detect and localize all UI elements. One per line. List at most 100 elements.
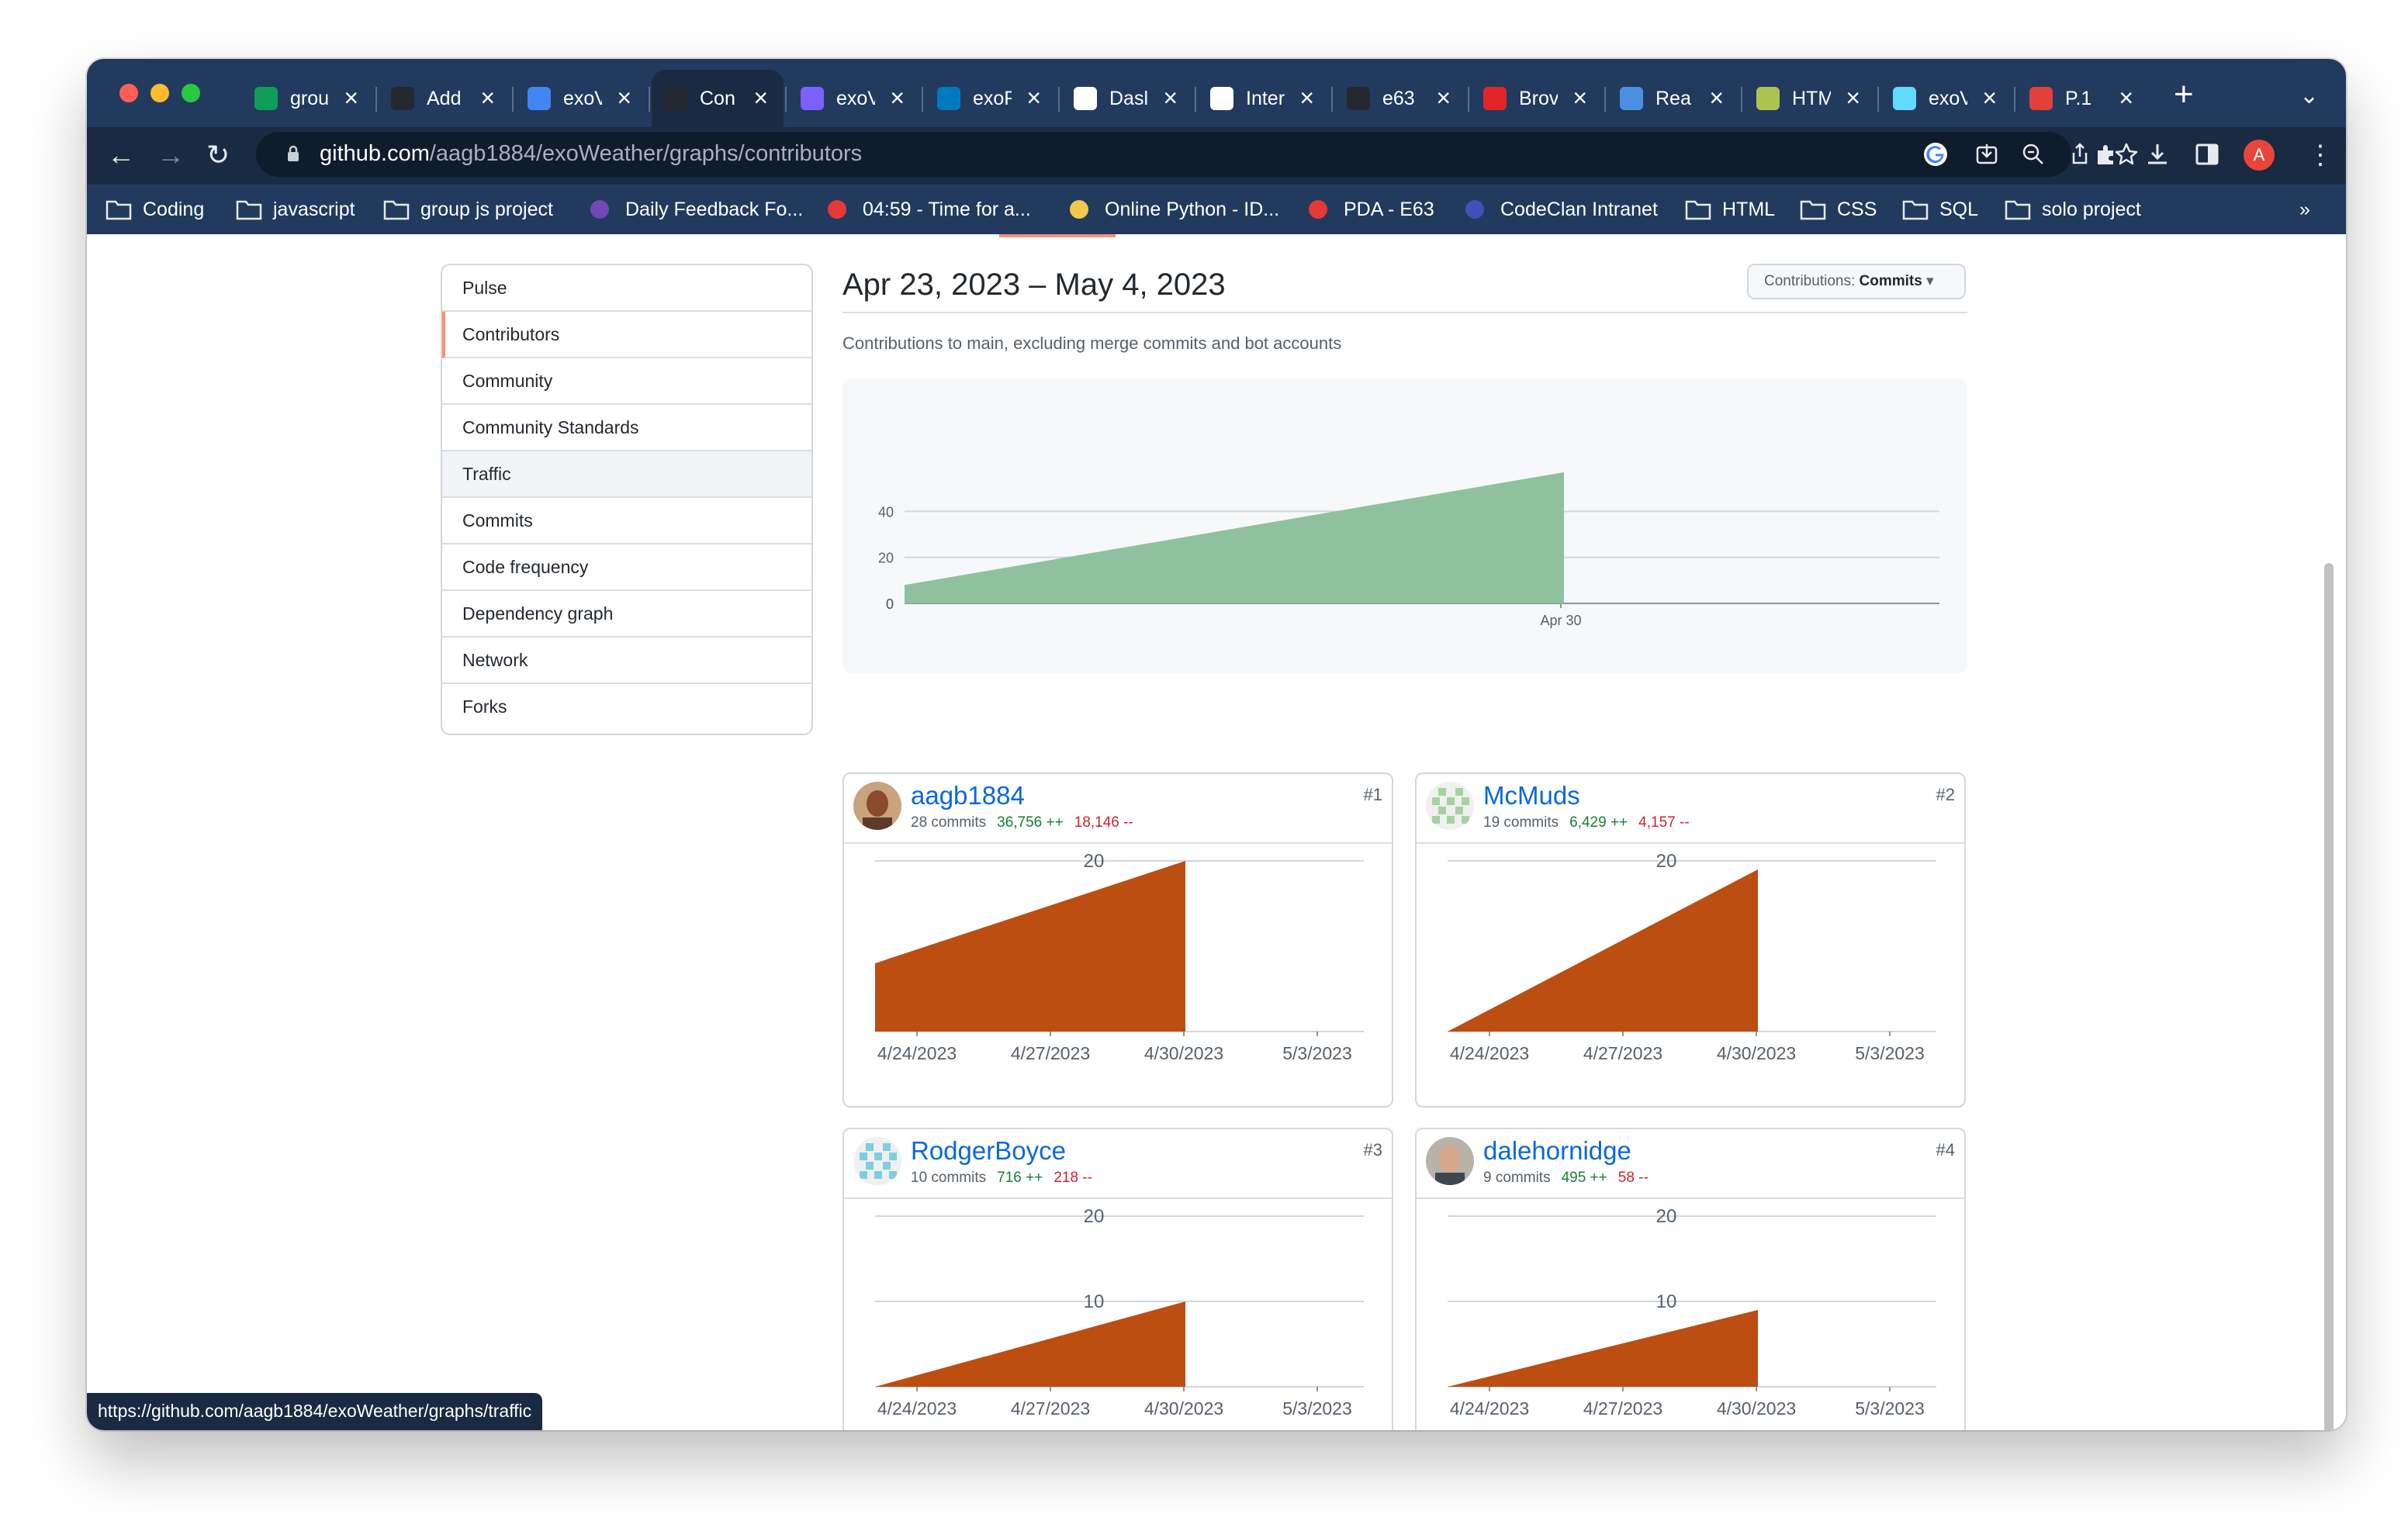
- bookmark-item[interactable]: group js project: [383, 194, 553, 225]
- browser-tab[interactable]: Rea ×: [1607, 70, 1739, 127]
- sidebar-item-contributors[interactable]: Contributors: [442, 312, 811, 358]
- side-panel-icon[interactable]: [2194, 141, 2220, 168]
- browser-tab[interactable]: exoV ×: [1880, 70, 2012, 127]
- x-tick-label: 4/27/2023: [1583, 1043, 1662, 1063]
- folder-icon: [383, 200, 410, 220]
- avatar[interactable]: [1426, 782, 1474, 830]
- reload-icon[interactable]: ↻: [206, 141, 230, 169]
- tab-search-chevron-icon[interactable]: ⌄: [2299, 82, 2319, 109]
- close-window-button[interactable]: [119, 84, 138, 102]
- close-tab-icon[interactable]: ×: [1299, 85, 1314, 110]
- sidebar-item-forks[interactable]: Forks: [442, 684, 811, 731]
- bookmark-item[interactable]: Daily Feedback Fo...: [588, 194, 803, 225]
- sidebar-item-network[interactable]: Network: [442, 638, 811, 684]
- tab-title: Rea: [1656, 87, 1691, 109]
- header-divider: [842, 312, 1967, 313]
- bookmark-label: Coding: [143, 198, 205, 220]
- bookmark-item[interactable]: CSS: [1800, 194, 1877, 225]
- browser-tab[interactable]: e63 ×: [1334, 70, 1466, 127]
- bookmark-item[interactable]: PDA - E63: [1306, 194, 1434, 225]
- address-bar[interactable]: github.com/aagb1884/exoWeather/graphs/co…: [256, 132, 2138, 177]
- sidebar-item-code-frequency[interactable]: Code frequency: [442, 544, 811, 591]
- browser-tab[interactable]: Dasl ×: [1061, 70, 1193, 127]
- contributor-header: dalehornidge 9 commits 495 ++ 58 -- #4: [1417, 1129, 1964, 1199]
- app-icon: [2029, 87, 2053, 110]
- bookmark-item[interactable]: javascript: [236, 194, 355, 225]
- folder-icon: [1685, 200, 1711, 220]
- close-tab-icon[interactable]: ×: [2119, 85, 2133, 110]
- commit-count-link[interactable]: 9 commits: [1483, 1170, 1551, 1186]
- bookmark-item[interactable]: 04:59 - Time for a...: [825, 194, 1031, 225]
- close-tab-icon[interactable]: ×: [617, 85, 631, 110]
- close-tab-icon[interactable]: ×: [1163, 85, 1178, 110]
- sidebar-item-traffic[interactable]: Traffic: [442, 451, 811, 498]
- browser-tab[interactable]: Brov ×: [1471, 70, 1603, 127]
- bookmark-label: CSS: [1837, 198, 1877, 220]
- sidebar-item-dependency-graph[interactable]: Dependency graph: [442, 591, 811, 638]
- close-tab-icon[interactable]: ×: [480, 85, 495, 110]
- minimize-window-button[interactable]: [150, 84, 169, 102]
- browser-tab[interactable]: Con ×: [652, 70, 784, 127]
- timer-icon: [828, 200, 846, 219]
- google-icon[interactable]: [1922, 141, 1949, 168]
- tab-separator: [512, 87, 514, 112]
- share-icon[interactable]: [2067, 141, 2093, 168]
- contributor-username-link[interactable]: aagb1884: [911, 780, 1025, 811]
- download-icon[interactable]: [2144, 141, 2171, 168]
- close-tab-icon[interactable]: ×: [753, 85, 768, 110]
- bookmark-label: CodeClan Intranet: [1500, 198, 1658, 220]
- bookmark-item[interactable]: CodeClan Intranet: [1463, 194, 1658, 225]
- avatar[interactable]: [853, 782, 901, 830]
- sidebar-item-commits[interactable]: Commits: [442, 498, 811, 544]
- bookmark-label: 04:59 - Time for a...: [863, 198, 1031, 220]
- zoom-window-button[interactable]: [182, 84, 200, 102]
- zoom-icon[interactable]: [2020, 141, 2046, 168]
- bookmarks-overflow-icon[interactable]: »: [2299, 194, 2310, 225]
- page-scrollbar[interactable]: [2324, 563, 2334, 1430]
- contributor-username-link[interactable]: RodgerBoyce: [911, 1135, 1066, 1166]
- sidebar-item-community-standards[interactable]: Community Standards: [442, 405, 811, 451]
- date-range-title: Apr 23, 2023 – May 4, 2023: [842, 268, 1226, 302]
- commit-count-link[interactable]: 28 commits: [911, 814, 986, 831]
- bookmark-item[interactable]: HTML: [1685, 194, 1775, 225]
- bookmark-label: PDA - E63: [1344, 198, 1434, 220]
- close-tab-icon[interactable]: ×: [1709, 85, 1724, 110]
- contributor-username-link[interactable]: McMuds: [1483, 780, 1580, 811]
- more-menu-icon[interactable]: ⋮: [2307, 141, 2334, 169]
- avatar[interactable]: [1426, 1137, 1474, 1185]
- close-tab-icon[interactable]: ×: [890, 85, 905, 110]
- browser-tab[interactable]: P.1 ×: [2017, 70, 2149, 127]
- browser-tab[interactable]: exoF ×: [925, 70, 1057, 127]
- browser-tab[interactable]: exoV ×: [788, 70, 920, 127]
- contributions-type-dropdown[interactable]: Contributions: Commits ▾: [1747, 264, 1966, 299]
- bookmark-item[interactable]: Coding: [106, 194, 204, 225]
- browser-tab[interactable]: grou ×: [242, 70, 374, 127]
- browser-tab[interactable]: exoV ×: [515, 70, 647, 127]
- bookmark-item[interactable]: Online Python - ID...: [1067, 194, 1279, 225]
- sidebar-item-community[interactable]: Community: [442, 358, 811, 405]
- contributions-subtitle: Contributions to main, excluding merge c…: [842, 334, 1342, 353]
- close-tab-icon[interactable]: ×: [1846, 85, 1860, 110]
- back-icon[interactable]: ←: [107, 141, 135, 169]
- sidebar-item-pulse[interactable]: Pulse: [442, 265, 811, 312]
- bookmark-item[interactable]: solo project: [2005, 194, 2141, 225]
- close-tab-icon[interactable]: ×: [1436, 85, 1451, 110]
- tab-title: e63: [1382, 87, 1415, 109]
- commit-count-link[interactable]: 10 commits: [911, 1170, 986, 1186]
- close-tab-icon[interactable]: ×: [1572, 85, 1587, 110]
- avatar[interactable]: [853, 1137, 901, 1185]
- commit-count-link[interactable]: 19 commits: [1483, 814, 1559, 831]
- browser-tab[interactable]: HTM ×: [1744, 70, 1876, 127]
- bookmark-item[interactable]: SQL: [1902, 194, 1978, 225]
- forward-icon[interactable]: →: [157, 141, 185, 169]
- close-tab-icon[interactable]: ×: [344, 85, 358, 110]
- browser-tab[interactable]: Inter ×: [1198, 70, 1330, 127]
- browser-tab[interactable]: Add ×: [379, 70, 510, 127]
- new-tab-button[interactable]: +: [2174, 78, 2194, 112]
- install-app-icon[interactable]: [1974, 141, 2000, 168]
- extensions-icon[interactable]: [2093, 141, 2119, 168]
- close-tab-icon[interactable]: ×: [1982, 85, 1997, 110]
- profile-avatar[interactable]: A: [2244, 140, 2275, 171]
- contributor-username-link[interactable]: dalehornidge: [1483, 1135, 1631, 1166]
- close-tab-icon[interactable]: ×: [1026, 85, 1041, 110]
